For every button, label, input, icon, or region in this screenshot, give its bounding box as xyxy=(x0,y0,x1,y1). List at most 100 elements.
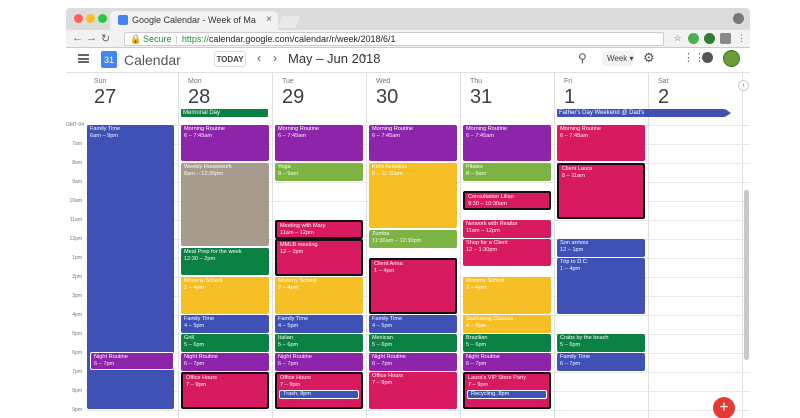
gear-icon[interactable]: ⚙ xyxy=(643,50,655,66)
event[interactable]: Mommy School 2 – 4pm xyxy=(275,277,363,314)
back-arrow-icon[interactable]: ← xyxy=(72,32,83,44)
event[interactable]: Client Laura 8 – 11am xyxy=(557,163,645,219)
event[interactable]: Shop for a Client 12 – 1:30pm xyxy=(463,239,551,266)
event-time: 6 – 7:45am xyxy=(278,132,306,139)
event[interactable]: Office Hours 7 – 9pm xyxy=(369,372,457,409)
all-day-event[interactable]: Memorial Day xyxy=(181,109,268,117)
prev-week-icon[interactable]: ‹ xyxy=(257,51,261,65)
event[interactable]: Client Anna 1 – 4pm xyxy=(369,258,457,314)
create-event-button[interactable]: + xyxy=(713,397,735,418)
forward-arrow-icon[interactable]: → xyxy=(86,32,97,44)
event-title: Kid's Activities xyxy=(372,164,408,170)
more-menu-icon[interactable]: ⋮ xyxy=(736,33,747,44)
today-button[interactable]: TODAY xyxy=(214,51,246,67)
event[interactable]: Family Time 4 – 5pm xyxy=(181,315,269,333)
event[interactable]: Morning Routine 6 – 7:45am xyxy=(557,125,645,161)
search-icon[interactable]: ⚲ xyxy=(578,51,587,65)
event[interactable]: Morning Routine 6 – 7:45am xyxy=(181,125,269,161)
day-number[interactable]: 2 xyxy=(658,86,669,109)
tab-close-icon[interactable]: × xyxy=(266,14,272,25)
event[interactable]: Trash, 8pm xyxy=(279,390,359,399)
day-number[interactable]: 27 xyxy=(94,86,116,109)
reload-icon[interactable]: ↻ xyxy=(101,32,110,45)
new-tab-button[interactable] xyxy=(277,16,301,28)
event[interactable]: Morning Routine 6 – 7:45am xyxy=(463,125,551,161)
hour-label: 7pm xyxy=(72,369,82,375)
event[interactable]: Trip to D.C. 1 – 4pm xyxy=(557,258,645,314)
event-title: Son arrives xyxy=(560,240,589,246)
event[interactable]: Night Routine 6 – 7pm xyxy=(181,353,269,371)
scrollbar[interactable] xyxy=(744,190,749,360)
event[interactable]: Italian 5 – 6pm xyxy=(275,334,363,352)
event[interactable]: Night Routine 6 – 7pm xyxy=(463,353,551,371)
event[interactable]: Morning Routine 6 – 7:45am xyxy=(369,125,457,161)
view-select[interactable]: Week ▾ xyxy=(602,51,634,66)
main-menu-icon[interactable] xyxy=(78,54,89,63)
event[interactable]: Recycling, 8pm xyxy=(467,390,547,399)
event[interactable]: Yoga 8 – 9am xyxy=(275,163,363,181)
event[interactable]: Meeting with Mary 11am – 12pm xyxy=(275,220,363,239)
profile-icon[interactable] xyxy=(733,13,744,24)
event-time: 6 – 7pm xyxy=(278,360,299,367)
event-title: Weekly Housework xyxy=(184,164,232,170)
event-time: 6 – 7pm xyxy=(94,360,115,367)
avatar[interactable] xyxy=(723,50,740,67)
event[interactable]: Zumba 11:30am – 12:30pm xyxy=(369,230,457,248)
notifications-icon[interactable] xyxy=(702,52,713,63)
extension-icon-3[interactable] xyxy=(720,33,731,44)
event[interactable]: MMLB meeting 12 – 2pm xyxy=(275,239,363,276)
event[interactable]: Grill 5 – 6pm xyxy=(181,334,269,352)
event[interactable]: Night Routine 6 – 7pm xyxy=(369,353,457,371)
timezone-label: GMT-04 xyxy=(66,122,85,128)
event[interactable]: Mommy School 2 – 4pm xyxy=(463,277,551,314)
event[interactable]: Night Routine 6 – 7pm xyxy=(275,353,363,371)
event[interactable]: Night Routine 6 – 7pm xyxy=(90,352,174,370)
event[interactable]: Crabs by the beach 5 – 6pm xyxy=(557,334,645,352)
event[interactable]: Mommy School 2 – 4pm xyxy=(181,277,269,314)
day-number[interactable]: 30 xyxy=(376,86,398,109)
minimize-window-icon[interactable] xyxy=(86,14,95,23)
extension-icon[interactable] xyxy=(688,33,699,44)
event[interactable]: Network with Realtor 11am – 12pm xyxy=(463,220,551,238)
url-input[interactable]: 🔒 Secure | https://calendar.google.com/cal… xyxy=(124,32,664,46)
day-number[interactable]: 31 xyxy=(470,86,492,109)
event-title: Italian xyxy=(278,335,293,341)
event[interactable]: Swimming Classes 4 – 5pm xyxy=(463,315,551,333)
day-number[interactable]: 28 xyxy=(188,86,210,109)
event[interactable]: Consultation Lilian 9:30 – 10:30am xyxy=(463,191,551,210)
chevron-down-icon[interactable]: ▼ xyxy=(361,54,368,61)
event[interactable]: Mexican 5 – 6pm xyxy=(369,334,457,352)
extension-icon-2[interactable] xyxy=(704,33,715,44)
close-window-icon[interactable] xyxy=(74,14,83,23)
hour-label: 8am xyxy=(72,160,82,166)
event[interactable]: Pilates 8 – 9am xyxy=(463,163,551,181)
side-panel-toggle-icon[interactable]: ‹ xyxy=(738,80,749,91)
all-day-event[interactable]: Father's Day Weekend @ Dad's xyxy=(557,109,725,117)
event-time: 4 – 5pm xyxy=(466,322,487,329)
event[interactable]: Office Hours 7 – 9pm xyxy=(181,372,269,409)
browser-tab[interactable]: Google Calendar - Week of Ma × xyxy=(110,11,278,30)
secure-label: Secure xyxy=(143,34,172,44)
event[interactable]: Family Time 6 – 7pm xyxy=(557,353,645,371)
event[interactable]: Brazilian 5 – 6pm xyxy=(463,334,551,352)
event-continues-icon xyxy=(725,109,731,117)
event[interactable]: Family Time 4 – 5pm xyxy=(275,315,363,333)
event-time: 1 – 4pm xyxy=(374,267,395,274)
next-week-icon[interactable]: › xyxy=(273,51,277,65)
day-number[interactable]: 1 xyxy=(564,86,575,109)
event[interactable]: Meal Prep for the week 12:30 – 2pm xyxy=(181,248,269,275)
event[interactable]: Son arrives 12 – 1pm xyxy=(557,239,645,257)
maximize-window-icon[interactable] xyxy=(98,14,107,23)
event-time: 12 – 1pm xyxy=(560,246,584,253)
day-number[interactable]: 29 xyxy=(282,86,304,109)
event-title: Zumba xyxy=(372,231,390,237)
event-title: Morning Routine xyxy=(560,126,602,132)
event[interactable]: Kid's Activities 8 – 11:30am xyxy=(369,163,457,228)
event-time: 12 – 2pm xyxy=(280,248,304,255)
event[interactable]: Family Time 4 – 5pm xyxy=(369,315,457,333)
star-icon[interactable]: ☆ xyxy=(672,33,683,44)
event-time: 7 – 9pm xyxy=(372,379,393,386)
event[interactable]: Morning Routine 6 – 7:45am xyxy=(275,125,363,161)
event[interactable]: Weekly Housework 8am – 12:30pm xyxy=(181,163,269,246)
event-title: Mexican xyxy=(372,335,393,341)
